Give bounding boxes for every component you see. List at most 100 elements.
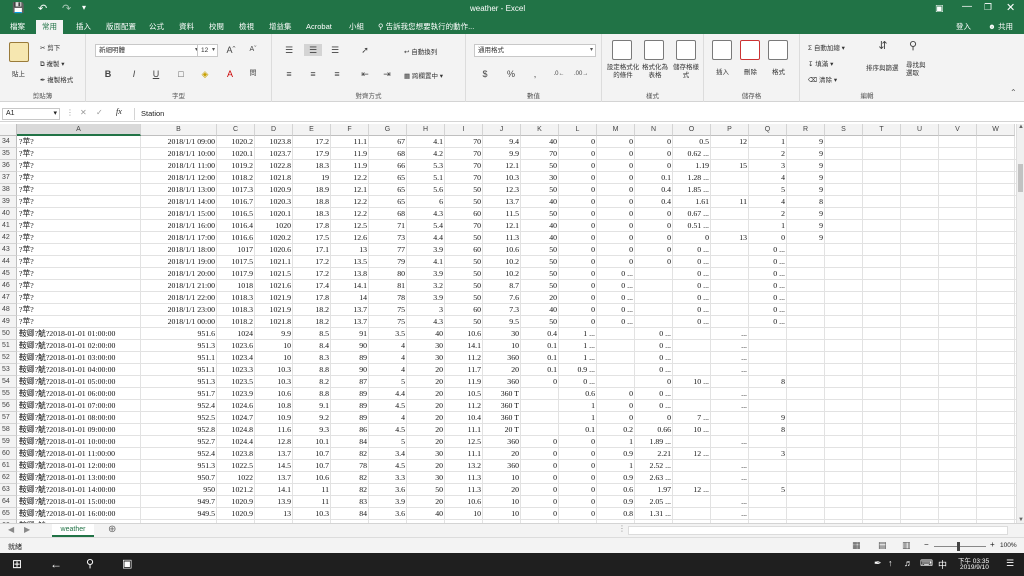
format-painter-button[interactable]: ✒ 複製格式 [40, 74, 73, 84]
cell-N[interactable]: 0.1 [635, 172, 673, 184]
cell-E[interactable]: 18.3 [293, 160, 331, 172]
cell-N[interactable]: 2.63 ... [635, 472, 673, 484]
cell-E[interactable]: 10.7 [293, 460, 331, 472]
cell-O[interactable]: 0.62 ... [673, 148, 711, 160]
row-header[interactable]: 61 [0, 460, 17, 472]
cell-L[interactable]: 0 [559, 256, 597, 268]
cell-C[interactable]: 1018.3 [217, 292, 255, 304]
cell-I[interactable]: 50 [445, 184, 483, 196]
cell-P[interactable]: ... [711, 460, 749, 472]
column-header-O[interactable]: O [673, 124, 711, 136]
cell-A[interactable]: 鞍卿?觥?2018-01-01 11:00:00 [19, 448, 115, 460]
cell-L[interactable]: 0 [559, 508, 597, 520]
cell-H[interactable]: 4.3 [407, 208, 445, 220]
cell-D[interactable]: 10 [255, 340, 293, 352]
delete-cells-icon[interactable] [740, 40, 760, 60]
cell-M[interactable]: 0 [597, 196, 635, 208]
cell-D[interactable]: 1021.1 [255, 256, 293, 268]
cell-C[interactable]: 1022 [217, 472, 255, 484]
cell-J[interactable]: 10 [483, 496, 521, 508]
cell-G[interactable]: 3.4 [369, 448, 407, 460]
cell-M[interactable]: 0 [597, 208, 635, 220]
tab-10[interactable]: 小組 [343, 20, 370, 34]
merge-center-button[interactable]: ▦ 跨欄置中 ▾ [404, 70, 443, 80]
cell-C[interactable]: 1024.4 [217, 436, 255, 448]
cell-K[interactable]: 0.1 [521, 340, 559, 352]
cell-F[interactable]: 14.1 [331, 280, 369, 292]
cell-O[interactable]: 10 ... [673, 424, 711, 436]
cell-F[interactable]: 13 [331, 244, 369, 256]
windows-start-icon[interactable]: ⊞ [12, 557, 22, 571]
delete-cells-button[interactable]: 刪除 [744, 66, 757, 76]
column-header-T[interactable]: T [863, 124, 901, 136]
column-header-M[interactable]: M [597, 124, 635, 136]
phonetic-icon[interactable]: 問 [246, 68, 260, 80]
fill-color-icon[interactable]: ◈ [198, 68, 212, 80]
conditional-format-icon[interactable] [612, 40, 632, 60]
underline-icon[interactable]: U [150, 68, 162, 80]
cell-P[interactable]: ... [711, 508, 749, 520]
zoom-slider[interactable] [934, 542, 986, 551]
cell-D[interactable]: 10.6 [255, 388, 293, 400]
cell-E[interactable]: 10.3 [293, 508, 331, 520]
back-icon[interactable]: ← [50, 557, 62, 571]
cell-B[interactable]: 952.7 [141, 436, 217, 448]
cell-C[interactable]: 1017.5 [217, 256, 255, 268]
cell-P[interactable]: ... [711, 340, 749, 352]
cell-C[interactable]: 1020.9 [217, 508, 255, 520]
cell-H[interactable]: 5.6 [407, 184, 445, 196]
pen-icon[interactable]: ✒ [874, 558, 882, 569]
cell-L[interactable]: 1 ... [559, 340, 597, 352]
speaker-icon[interactable]: ♬ [904, 558, 913, 568]
cell-F[interactable]: 90 [331, 340, 369, 352]
cell-F[interactable]: 13.7 [331, 304, 369, 316]
column-header-W[interactable]: W [977, 124, 1015, 136]
cell-K[interactable]: 0 [521, 436, 559, 448]
cell-E[interactable]: 11 [293, 484, 331, 496]
cell-M[interactable]: 0 [597, 244, 635, 256]
cell-B[interactable]: 952.5 [141, 412, 217, 424]
cell-F[interactable]: 84 [331, 436, 369, 448]
cell-E[interactable]: 18.3 [293, 208, 331, 220]
tell-me-search[interactable]: ⚲ 告訴我您想要執行的動作... [372, 20, 480, 34]
cell-J[interactable]: 12.1 [483, 160, 521, 172]
cell-O[interactable]: 0 ... [673, 316, 711, 328]
cell-C[interactable]: 1018.2 [217, 316, 255, 328]
cell-A[interactable]: 鞍卿?觥?2018-01-01 08:00:00 [19, 412, 115, 424]
cell-C[interactable]: 1023.8 [217, 448, 255, 460]
save-icon[interactable]: 💾 [12, 3, 24, 14]
cell-J[interactable]: 20 T [483, 424, 521, 436]
cell-G[interactable]: 68 [369, 208, 407, 220]
cell-J[interactable]: 10 [483, 508, 521, 520]
cell-C[interactable]: 1020.9 [217, 496, 255, 508]
cell-O[interactable]: 1.19 [673, 160, 711, 172]
cell-G[interactable]: 4 [369, 412, 407, 424]
cell-E[interactable]: 17.1 [293, 244, 331, 256]
cell-H[interactable]: 20 [407, 376, 445, 388]
cell-Q[interactable]: 0 ... [749, 268, 787, 280]
cell-P[interactable]: 12 [711, 136, 749, 148]
decrease-decimal-icon[interactable]: .00→ [574, 68, 588, 80]
cell-Q[interactable]: 5 [749, 184, 787, 196]
cell-K[interactable]: 50 [521, 280, 559, 292]
cell-J[interactable]: 11.3 [483, 232, 521, 244]
cell-B[interactable]: 2018/1/1 14:00 [141, 196, 217, 208]
cell-H[interactable]: 4.1 [407, 256, 445, 268]
column-header-L[interactable]: L [559, 124, 597, 136]
row-header[interactable]: 49 [0, 316, 17, 328]
row-header[interactable]: 42 [0, 232, 17, 244]
cell-I[interactable]: 70 [445, 148, 483, 160]
cell-A[interactable]: ?苹? [19, 160, 34, 172]
cell-C[interactable]: 1023.9 [217, 388, 255, 400]
column-header-F[interactable]: F [331, 124, 369, 136]
cell-Q[interactable]: 2 [749, 208, 787, 220]
cell-R[interactable]: 9 [787, 172, 825, 184]
cell-O[interactable]: 0.67 ... [673, 208, 711, 220]
cell-M[interactable]: 0 [597, 148, 635, 160]
cell-O[interactable]: 0 ... [673, 268, 711, 280]
cell-A[interactable]: ?苹? [19, 220, 34, 232]
cell-H[interactable]: 20 [407, 400, 445, 412]
cell-D[interactable]: 1023.8 [255, 136, 293, 148]
row-header[interactable]: 40 [0, 208, 17, 220]
cell-L[interactable]: 0 [559, 136, 597, 148]
